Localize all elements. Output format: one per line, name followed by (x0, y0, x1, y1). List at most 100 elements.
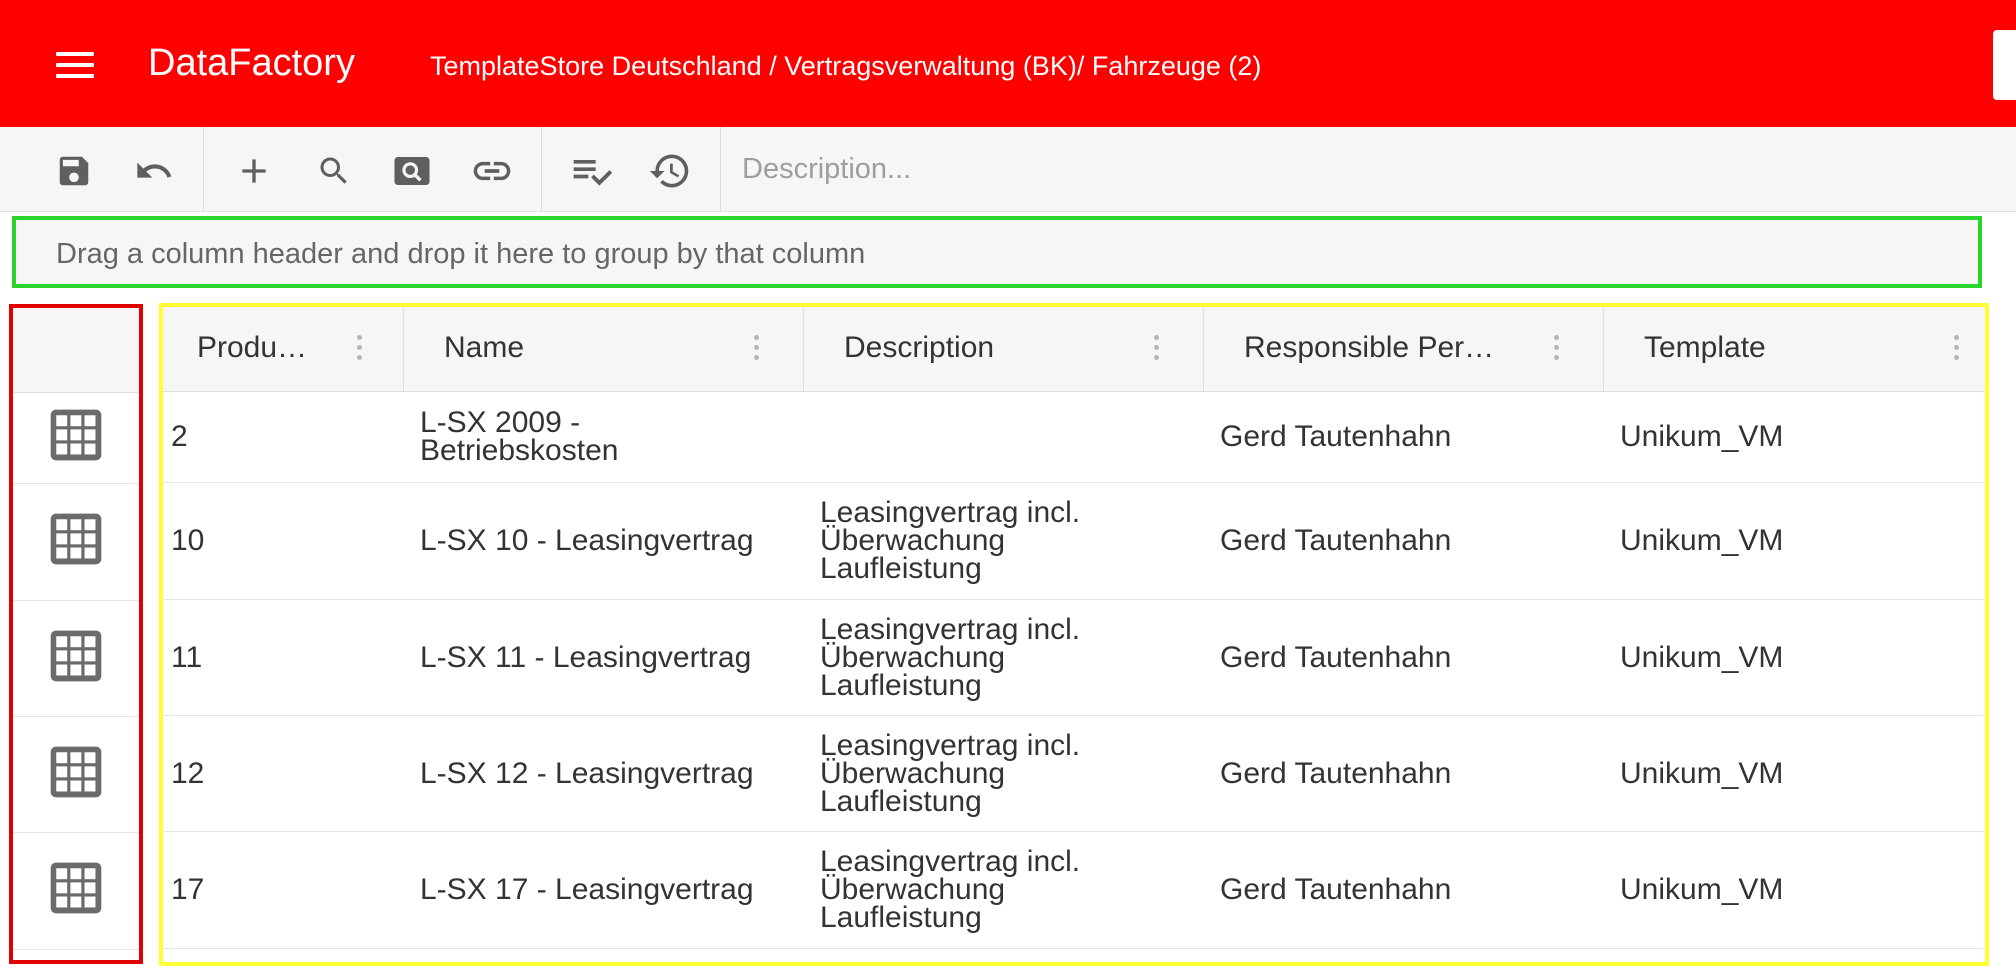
cell-template[interactable]: Unikum_VM (1620, 716, 1980, 831)
column-header-description[interactable]: Description (804, 307, 1204, 391)
cell-description[interactable]: Leasingvertrag incl. Überwachung Laufleist… (820, 483, 1200, 599)
cell-template[interactable]: Unikum_VM (1620, 391, 1980, 482)
cell-text: Überwachung (820, 873, 1006, 906)
cell-template[interactable]: Unikum_VM (1620, 832, 1980, 948)
cell-template[interactable] (1620, 949, 1980, 962)
cell-text: Gerd Tautenhahn (1220, 756, 1452, 790)
cell-description[interactable]: Leasingvertrag incl. Überwachung Laufleist… (820, 832, 1200, 948)
column-header-label: Description (844, 331, 995, 364)
row-icon-cell[interactable] (13, 832, 139, 950)
cell-text: 11 (171, 640, 203, 674)
cell-text: Unikum_VM (1620, 873, 1784, 906)
checklist-icon[interactable] (570, 149, 614, 193)
column-header-responsible[interactable]: Responsible Per… (1204, 307, 1604, 391)
cell-product[interactable]: 12 (171, 716, 401, 831)
cell-responsible[interactable] (1220, 949, 1600, 962)
breadcrumb: TemplateStore Deutschland / Vertragsverw… (430, 51, 1262, 81)
row-icon-cell[interactable] (13, 600, 139, 717)
restore-icon[interactable] (648, 149, 692, 193)
cell-responsible[interactable]: Gerd Tautenhahn (1220, 391, 1600, 482)
cell-template[interactable]: Unikum_VM (1620, 600, 1980, 715)
cell-text: 12 (171, 756, 205, 790)
cell-text: Laufleistung (820, 552, 982, 585)
find-in-page-icon[interactable] (390, 149, 434, 193)
search-icon[interactable] (312, 149, 356, 193)
cell-responsible[interactable]: Gerd Tautenhahn (1220, 832, 1600, 948)
cell-text: Leasingvertrag incl. (820, 496, 1081, 529)
cell-name[interactable]: L-SX 2009 - Betriebskosten (420, 391, 800, 482)
cell-product[interactable] (171, 949, 401, 962)
cell-description[interactable] (820, 391, 1200, 482)
cell-template[interactable]: Unikum_VM (1620, 483, 1980, 599)
column-menu-icon[interactable] (1950, 333, 1962, 365)
cell-text: Leasingvertrag incl. (820, 612, 1081, 646)
cell-name[interactable]: L-SX 17 - Leasingvertrag (420, 832, 800, 948)
cell-product[interactable]: 2 (171, 391, 401, 482)
column-menu-icon[interactable] (1550, 333, 1562, 365)
row-icon-column (9, 304, 143, 964)
add-icon[interactable] (232, 149, 276, 193)
grid-icon[interactable] (44, 856, 108, 925)
cell-text: 10 (171, 524, 205, 557)
grid-icon[interactable] (44, 403, 108, 472)
app-title: DataFactory (148, 42, 355, 84)
cell-text: Unikum_VM (1620, 756, 1784, 790)
cell-name[interactable]: L-SX 11 - Leasingvertrag (420, 600, 800, 715)
column-header-template[interactable]: Template (1604, 307, 1985, 391)
cell-responsible[interactable]: Gerd Tautenhahn (1220, 483, 1600, 599)
table-row[interactable]: 10 L-SX 10 - Leasingvertrag Leasingvertrag… (163, 483, 1985, 600)
toolbar-separator (541, 127, 542, 211)
link-icon[interactable] (470, 149, 514, 193)
cell-description[interactable]: Leasingvertrag incl. Überwachung Laufleist… (820, 600, 1200, 715)
description-input[interactable] (722, 139, 2002, 199)
table-row[interactable]: Leasingvertrag incl. (163, 949, 1985, 963)
cell-product[interactable]: 11 (171, 600, 401, 715)
cell-text: Überwachung (820, 756, 1006, 790)
cell-description[interactable]: Leasingvertrag incl. Überwachung Laufleist… (820, 716, 1200, 831)
table-row[interactable]: 17 L-SX 17 - Leasingvertrag Leasingvertrag… (163, 832, 1985, 949)
column-menu-icon[interactable] (1150, 333, 1162, 365)
cell-text: Leasingvertrag incl. (820, 960, 1080, 963)
row-icon-cell[interactable] (13, 483, 139, 601)
cell-responsible[interactable]: Gerd Tautenhahn (1220, 716, 1600, 831)
cell-responsible[interactable]: Gerd Tautenhahn (1220, 600, 1600, 715)
toolbar (0, 127, 2016, 212)
cell-product[interactable]: 17 (171, 832, 401, 948)
toolbar-separator (203, 127, 204, 211)
row-icon-cell[interactable] (13, 716, 139, 833)
cell-text: Laufleistung (820, 668, 982, 702)
column-header-label: Name (444, 331, 525, 364)
column-header-product[interactable]: Produ… (163, 307, 404, 391)
cell-description[interactable]: Leasingvertrag incl. (820, 949, 1200, 963)
grid-header: Produ… Name Description Responsible Per…… (163, 307, 1985, 392)
table-row[interactable]: 11 L-SX 11 - Leasingvertrag Leasingvertrag… (163, 600, 1985, 716)
undo-icon[interactable] (132, 149, 176, 193)
cell-text: Leasingvertrag incl. (820, 845, 1081, 878)
grid-icon[interactable] (44, 740, 108, 809)
column-header-name[interactable]: Name (404, 307, 804, 391)
column-menu-icon[interactable] (353, 333, 365, 365)
group-by-panel[interactable]: Drag a column header and drop it here to… (12, 216, 1982, 288)
column-header-label: Template (1644, 331, 1766, 364)
group-by-hint: Drag a column header and drop it here to… (56, 238, 866, 270)
menu-icon[interactable] (56, 52, 94, 78)
cell-product[interactable]: 10 (171, 483, 401, 599)
cell-text: Gerd Tautenhahn (1220, 873, 1452, 906)
cell-text: Laufleistung (820, 901, 982, 934)
grid-icon[interactable] (44, 624, 108, 693)
cell-name[interactable]: L-SX 10 - Leasingvertrag (420, 483, 800, 599)
cell-text: 17 (171, 873, 205, 906)
save-icon[interactable] (52, 149, 96, 193)
cell-text: L-SX 10 - Leasingvertrag (420, 524, 754, 557)
column-header-label: Produ… (197, 331, 308, 364)
column-menu-icon[interactable] (750, 333, 762, 365)
table-row[interactable]: 12 L-SX 12 - Leasingvertrag Leasingvertrag… (163, 716, 1985, 832)
header-action-button[interactable] (1993, 30, 2016, 100)
cell-text: Unikum_VM (1620, 524, 1784, 557)
cell-name[interactable] (420, 949, 800, 962)
grid-icon[interactable] (44, 507, 108, 576)
cell-name[interactable]: L-SX 12 - Leasingvertrag (420, 716, 800, 831)
row-icon-cell[interactable] (13, 391, 139, 484)
table-row[interactable]: 2 L-SX 2009 - Betriebskosten Gerd Tautenhah… (163, 391, 1985, 483)
cell-text: Gerd Tautenhahn (1220, 419, 1452, 453)
